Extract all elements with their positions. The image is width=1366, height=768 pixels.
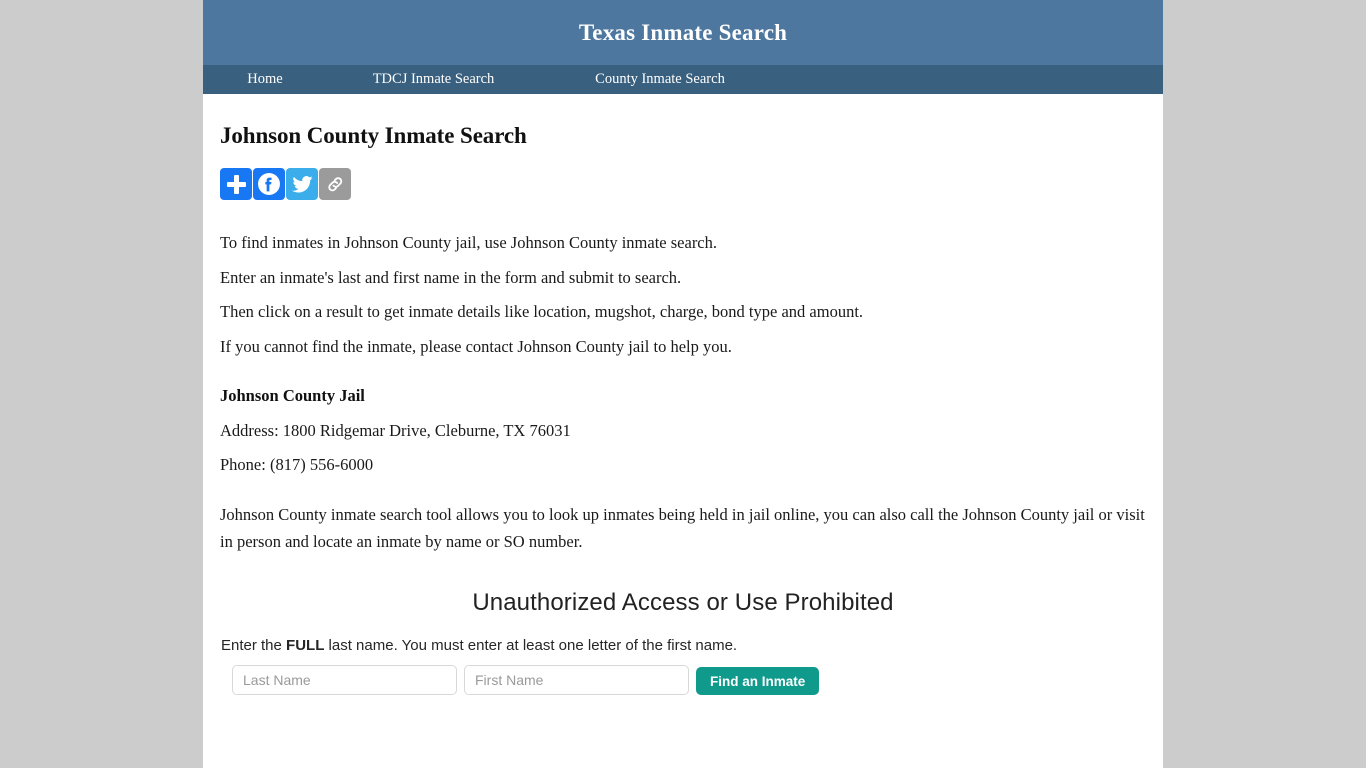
nav-item-home[interactable]: Home (203, 65, 327, 94)
inmate-search-widget: Unauthorized Access or Use Prohibited En… (220, 589, 1146, 696)
instruction-prefix: Enter the (221, 637, 287, 655)
last-name-input[interactable] (232, 665, 457, 696)
nav-item-tdcj-inmate-search[interactable]: TDCJ Inmate Search (327, 65, 540, 94)
inmate-search-form: Find an Inmate (220, 665, 1146, 696)
widget-title: Unauthorized Access or Use Prohibited (472, 589, 894, 617)
jail-phone: Phone: (817) 556-6000 (220, 455, 374, 475)
widget-instruction: Enter the FULL last name. You must enter… (221, 637, 1146, 654)
twitter-icon (291, 175, 313, 193)
twitter-share-button[interactable] (286, 168, 318, 200)
plus-icon (226, 174, 246, 194)
share-buttons (220, 168, 1146, 200)
main-content: Johnson County Inmate Search To find inm… (203, 123, 1163, 696)
first-name-input[interactable] (464, 665, 689, 696)
page-title: Johnson County Inmate Search (220, 123, 527, 148)
facebook-icon (258, 173, 280, 195)
jail-contact-block: Johnson County Jail Address: 1800 Ridgem… (220, 383, 1146, 479)
intro-line-4: If you cannot find the inmate, please co… (220, 337, 732, 357)
site-title: Texas Inmate Search (578, 19, 788, 45)
jail-name: Johnson County Jail (220, 385, 365, 405)
link-icon (327, 176, 342, 191)
facebook-share-button[interactable] (253, 168, 285, 200)
instruction-suffix: last name. You must enter at least one l… (324, 637, 738, 655)
jail-address: Address: 1800 Ridgemar Drive, Cleburne, … (220, 420, 571, 440)
main-navigation: Home TDCJ Inmate Search County Inmate Se… (203, 65, 1163, 94)
intro-line-1: To find inmates in Johnson County jail, … (220, 233, 718, 252)
page-container: Texas Inmate Search Home TDCJ Inmate Sea… (203, 0, 1163, 768)
addthis-share-button[interactable] (220, 168, 252, 200)
intro-text-block: To find inmates in Johnson County jail, … (220, 230, 1146, 361)
instruction-bold: FULL (286, 637, 325, 655)
intro-line-2: Enter an inmate's last and first name in… (220, 267, 682, 287)
nav-item-county-inmate-search[interactable]: County Inmate Search (540, 65, 780, 94)
intro-line-3: Then click on a result to get inmate det… (220, 302, 864, 322)
copy-link-button[interactable] (319, 168, 351, 200)
tool-description-paragraph: Johnson County inmate search tool allows… (220, 505, 1145, 551)
site-header: Texas Inmate Search (203, 0, 1163, 65)
find-inmate-button[interactable]: Find an Inmate (696, 667, 820, 696)
